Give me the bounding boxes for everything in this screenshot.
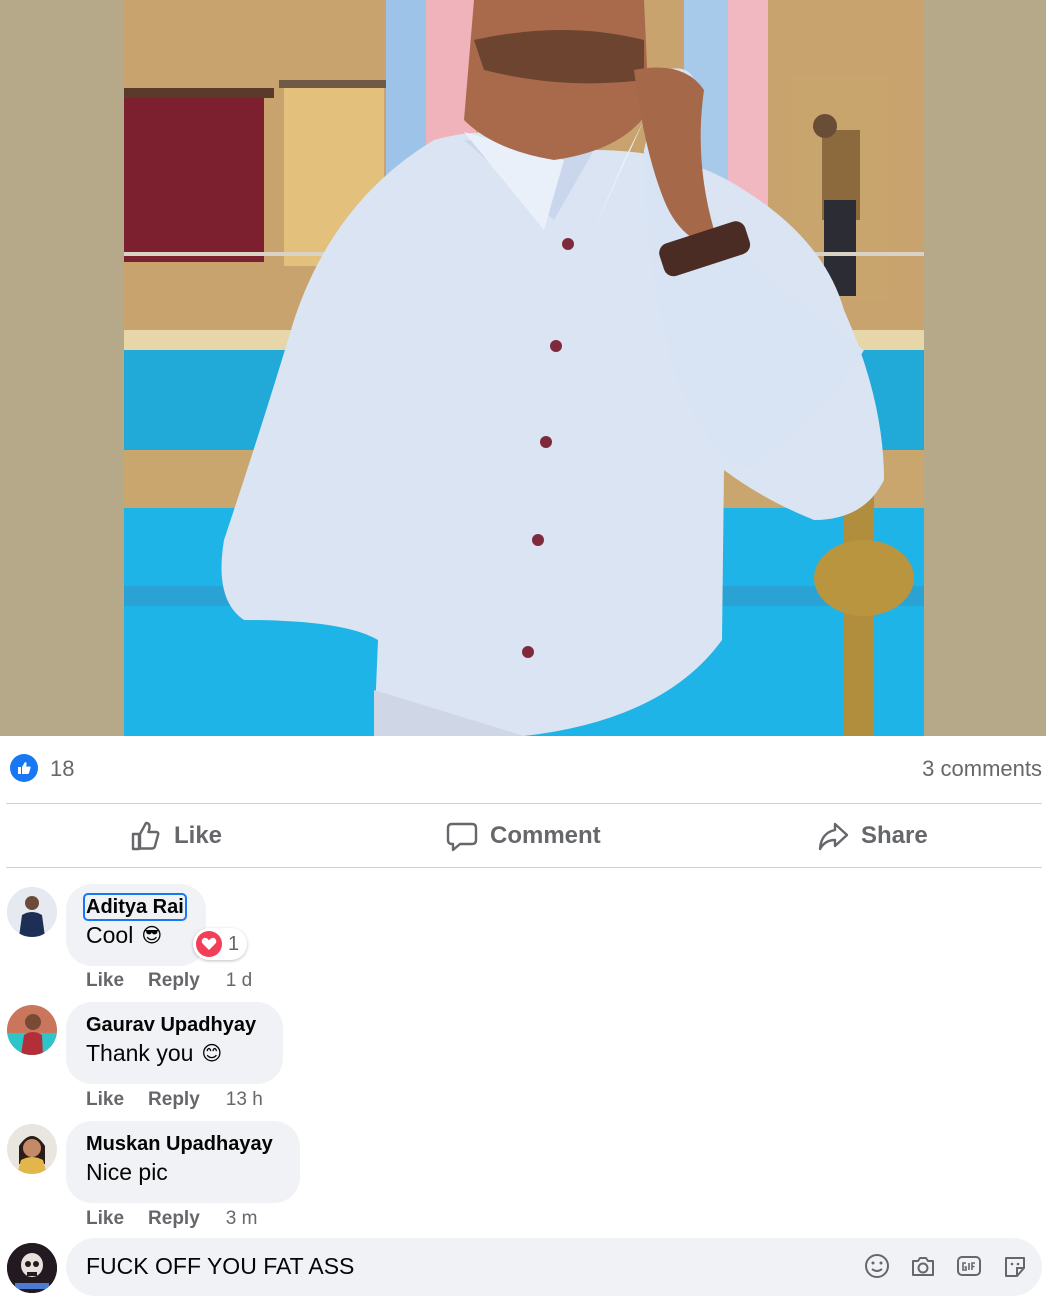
sticker-icon[interactable]: [1002, 1252, 1028, 1280]
comment-like-link[interactable]: Like: [86, 970, 124, 992]
reaction-count: 1: [228, 932, 240, 955]
comment-icon: [446, 822, 478, 852]
comment-meta: Like Reply 13 h: [86, 1089, 263, 1111]
divider: [6, 867, 1042, 868]
comment-text-row: Nice pic: [86, 1157, 280, 1187]
comment-bubble: Aditya Rai Cool 😎: [66, 884, 206, 966]
comment-reply-link[interactable]: Reply: [148, 970, 200, 992]
camera-icon[interactable]: [910, 1252, 936, 1280]
comment-timestamp[interactable]: 1 d: [226, 970, 252, 992]
comment-bubble: Muskan Upadhayay Nice pic: [66, 1121, 300, 1203]
comment-timestamp[interactable]: 13 h: [226, 1089, 263, 1111]
like-count[interactable]: 18: [50, 756, 74, 782]
comments-count-link[interactable]: 3 comments: [922, 756, 1042, 782]
action-bar: Like Comment Share: [0, 804, 1046, 868]
comment-reply-link[interactable]: Reply: [148, 1208, 200, 1230]
comment-author[interactable]: Muskan Upadhayay: [86, 1131, 280, 1157]
comment-input-text[interactable]: FUCK OFF YOU FAT ASS: [86, 1253, 354, 1280]
comment-text-row: Cool 😎: [86, 920, 186, 950]
heart-icon: [196, 931, 222, 957]
comment-author[interactable]: Gaurav Upadhyay: [86, 1012, 263, 1038]
comment-input[interactable]: FUCK OFF YOU FAT ASS: [66, 1238, 1042, 1296]
comment-like-link[interactable]: Like: [86, 1208, 124, 1230]
comment-like-link[interactable]: Like: [86, 1089, 124, 1111]
comment-text-row: Thank you 😊: [86, 1038, 263, 1068]
like-button-label: Like: [174, 822, 223, 849]
comment-bubble: Gaurav Upadhyay Thank you 😊: [66, 1002, 283, 1084]
comment-meta: Like Reply 3 m: [86, 1208, 257, 1230]
avatar[interactable]: [7, 1124, 57, 1174]
composer-tools: [864, 1252, 1028, 1280]
share-arrow-icon: [818, 822, 849, 851]
gif-icon[interactable]: [956, 1252, 982, 1280]
comment-meta: Like Reply 1 d: [86, 970, 252, 992]
reaction-pill[interactable]: 1: [193, 928, 248, 960]
avatar[interactable]: [7, 1005, 57, 1055]
reaction-summary: 18 3 comments: [0, 736, 1046, 802]
share-button-label: Share: [861, 822, 928, 849]
comment-text: Nice pic: [86, 1159, 168, 1185]
comment-reply-link[interactable]: Reply: [148, 1089, 200, 1111]
like-button[interactable]: Like: [130, 818, 222, 854]
comment-text: Cool: [86, 922, 134, 948]
share-button[interactable]: Share: [817, 818, 928, 854]
comment-timestamp[interactable]: 3 m: [226, 1208, 258, 1230]
comment-text: Thank you: [86, 1040, 194, 1066]
comment-author[interactable]: Aditya Rai: [83, 893, 187, 921]
smiling-emoji: 😊: [201, 1041, 223, 1065]
avatar[interactable]: [7, 887, 57, 937]
comment-button[interactable]: Comment: [446, 818, 601, 854]
comment-button-label: Comment: [490, 822, 601, 849]
current-user-avatar[interactable]: [7, 1243, 57, 1293]
photo-illustration: [124, 0, 924, 736]
thumbs-up-icon: [131, 821, 160, 851]
emoji-icon[interactable]: [864, 1252, 890, 1280]
photo-letterbox: [0, 0, 1046, 736]
sunglasses-emoji: 😎: [141, 923, 163, 947]
like-reaction-icon[interactable]: [10, 754, 38, 782]
post-photo[interactable]: [124, 0, 924, 736]
